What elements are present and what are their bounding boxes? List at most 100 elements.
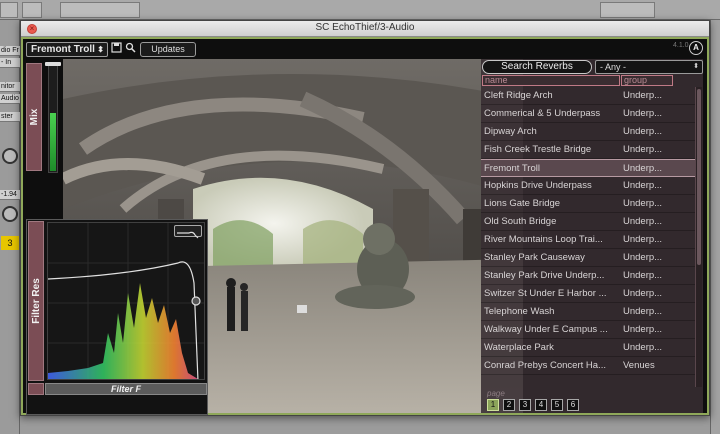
reverb-group: Underp...: [623, 306, 663, 317]
host-label: dio Fr: [0, 46, 20, 56]
reverb-group: Underp...: [623, 90, 663, 101]
reverb-name: Cleft Ridge Arch: [484, 90, 553, 101]
host-label: Audio: [0, 94, 20, 104]
plugin-window: × SC EchoThief/3-Audio Fremont Troll ⬍ U…: [20, 20, 710, 416]
column-header-name[interactable]: name: [482, 75, 620, 86]
filter-spectrum: [48, 223, 204, 379]
reverb-name: Telephone Wash: [484, 306, 555, 317]
mix-slider[interactable]: [45, 62, 61, 173]
host-label: - In: [0, 58, 20, 68]
reverb-group: Underp...: [623, 180, 663, 191]
mix-control: Mix: [26, 62, 66, 197]
host-send-knob[interactable]: [2, 206, 18, 222]
host-volume-readout: -1.94: [0, 190, 20, 200]
reverb-row[interactable]: Hopkins Drive Underpass Underp...: [481, 177, 695, 195]
reverb-row[interactable]: Walkway Under E Campus ... Underp...: [481, 321, 695, 339]
filter-freq-slider[interactable]: Filter F: [45, 383, 207, 395]
select-arrows-icon: ⬍: [693, 63, 699, 70]
filter-res-box[interactable]: Filter Res: [28, 221, 44, 381]
filter-graph[interactable]: [47, 222, 205, 380]
page-button[interactable]: 2: [503, 399, 515, 411]
reverb-group: Underp...: [623, 270, 663, 281]
reverb-row[interactable]: Stanley Park Causeway Underp...: [481, 249, 695, 267]
reverb-list-scrollbar[interactable]: [695, 87, 702, 387]
host-label: ster: [0, 112, 20, 122]
reverb-name: Conrad Prebys Concert Ha...: [484, 360, 606, 371]
reverb-group: Underp...: [623, 144, 663, 155]
host-toolbar-block: [600, 2, 655, 18]
reverb-name: Commerical & 5 Underpass: [484, 108, 601, 119]
reverb-name: Lions Gate Bridge: [484, 198, 561, 209]
host-right-strip: [710, 20, 720, 434]
filter-res-label: Filter Res: [31, 278, 42, 324]
reverb-name: Fremont Troll: [484, 163, 540, 174]
reverb-row[interactable]: Waterplace Park Underp...: [481, 339, 695, 357]
reverb-group: Underp...: [623, 342, 663, 353]
reverb-group: Underp...: [623, 216, 663, 227]
mix-slider-handle[interactable]: [45, 62, 61, 66]
reverb-row[interactable]: Switzer St Under E Harbor ... Underp...: [481, 285, 695, 303]
host-label: nitor: [0, 82, 20, 92]
page-button[interactable]: 4: [535, 399, 547, 411]
host-toolbar: [0, 0, 720, 20]
updates-button[interactable]: Updates: [140, 42, 196, 57]
host-bottom-strip: [20, 416, 710, 434]
reverb-name: Stanley Park Drive Underp...: [484, 270, 605, 281]
mix-meter-fill: [50, 113, 56, 171]
page-button[interactable]: 1: [487, 399, 499, 411]
reverb-row[interactable]: Lions Gate Bridge Underp...: [481, 195, 695, 213]
mix-label: Mix: [29, 108, 40, 126]
preset-select[interactable]: Fremont Troll ⬍: [26, 42, 108, 57]
filter-cutoff-handle[interactable]: [191, 296, 201, 306]
reverb-list: Cleft Ridge Arch Underp... Commerical & 5 …: [481, 87, 695, 375]
column-header-group[interactable]: group: [621, 75, 673, 86]
preset-name: Fremont Troll: [31, 44, 95, 55]
host-pan-knob[interactable]: [2, 148, 18, 164]
reverb-name: River Mountains Loop Trai...: [484, 234, 603, 245]
page-button[interactable]: 3: [519, 399, 531, 411]
scrollbar-thumb[interactable]: [697, 89, 701, 265]
host-toolbar-block: [22, 2, 42, 18]
logo-icon[interactable]: A: [689, 41, 703, 55]
reverb-group: Venues: [623, 360, 655, 371]
reverb-name: Dipway Arch: [484, 126, 537, 137]
reverb-row[interactable]: Fish Creek Trestle Bridge Underp...: [481, 141, 695, 159]
reverb-row[interactable]: Conrad Prebys Concert Ha... Venues: [481, 357, 695, 375]
reverb-group: Underp...: [623, 126, 663, 137]
reverb-name: Walkway Under E Campus ...: [484, 324, 608, 335]
reverb-name: Fish Creek Trestle Bridge: [484, 144, 592, 155]
reverb-group: Underp...: [623, 163, 663, 174]
reverb-row[interactable]: Dipway Arch Underp...: [481, 123, 695, 141]
reverb-row[interactable]: Old South Bridge Underp...: [481, 213, 695, 231]
reverb-row[interactable]: River Mountains Loop Trai... Underp...: [481, 231, 695, 249]
reverb-name: Hopkins Drive Underpass: [484, 180, 592, 191]
filter-panel: Filter Res Filter F: [26, 219, 208, 415]
reverb-group: Underp...: [623, 198, 663, 209]
reverb-row[interactable]: Stanley Park Drive Underp... Underp...: [481, 267, 695, 285]
reverb-row[interactable]: Telephone Wash Underp...: [481, 303, 695, 321]
reverb-name: Old South Bridge: [484, 216, 557, 227]
save-icon[interactable]: [110, 42, 123, 57]
reverb-row[interactable]: Cleft Ridge Arch Underp...: [481, 87, 695, 105]
lowpass-filter-icon[interactable]: [174, 225, 202, 239]
group-filter-value: - Any -: [600, 62, 627, 72]
host-toolbar-block: [0, 2, 18, 18]
reverb-group: Underp...: [623, 252, 663, 263]
mix-label-box: Mix: [26, 63, 42, 171]
reverb-name: Switzer St Under E Harbor ...: [484, 288, 607, 299]
reverb-row[interactable]: Commerical & 5 Underpass Underp...: [481, 105, 695, 123]
page-button[interactable]: 6: [567, 399, 579, 411]
reverb-name: Stanley Park Causeway: [484, 252, 585, 263]
reverb-name: Waterplace Park: [484, 342, 554, 353]
search-icon[interactable]: [124, 42, 137, 57]
select-arrows-icon: ⬍: [97, 45, 104, 54]
reverb-row[interactable]: Fremont Troll Underp...: [481, 159, 695, 177]
search-reverbs-button[interactable]: Search Reverbs: [482, 60, 592, 74]
reverb-group: Underp...: [623, 234, 663, 245]
host-track-number[interactable]: 3: [1, 236, 19, 250]
window-titlebar[interactable]: × SC EchoThief/3-Audio: [21, 21, 709, 37]
group-filter-select[interactable]: - Any - ⬍: [595, 60, 703, 74]
host-track-strip: dio Fr - In nitor Audio ster -1.94 3: [0, 20, 20, 434]
reverb-group: Underp...: [623, 324, 663, 335]
page-button[interactable]: 5: [551, 399, 563, 411]
